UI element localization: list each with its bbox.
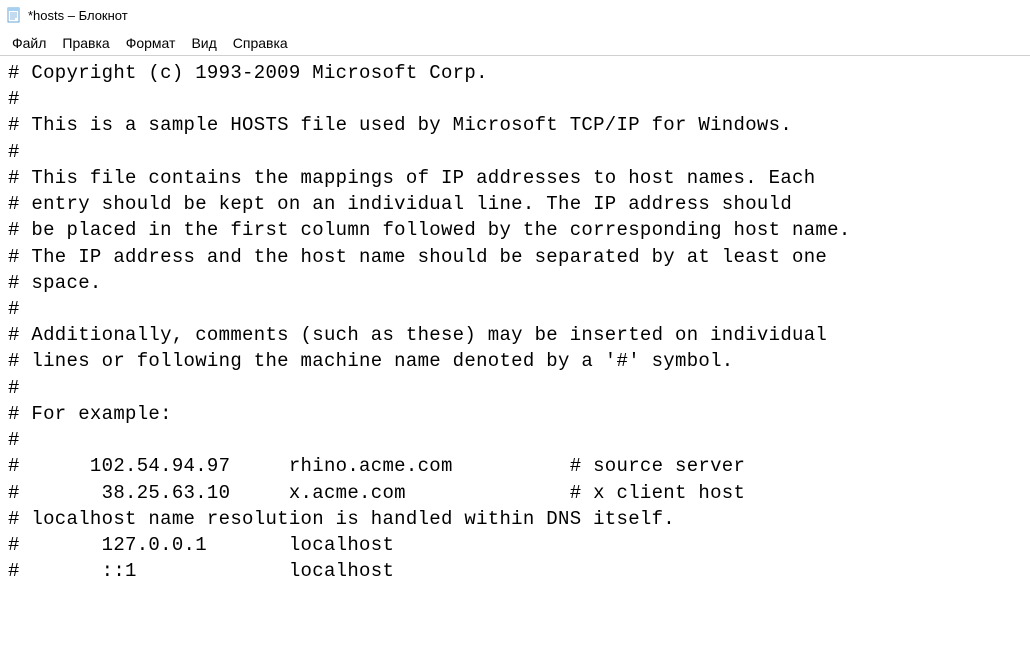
menu-format[interactable]: Формат <box>118 33 184 53</box>
text-editor[interactable]: # Copyright (c) 1993-2009 Microsoft Corp… <box>0 56 1030 588</box>
menu-file[interactable]: Файл <box>4 33 54 53</box>
menubar: Файл Правка Формат Вид Справка <box>0 30 1030 56</box>
menu-help[interactable]: Справка <box>225 33 296 53</box>
menu-edit[interactable]: Правка <box>54 33 117 53</box>
menu-view[interactable]: Вид <box>183 33 224 53</box>
window-title: *hosts – Блокнот <box>28 8 128 23</box>
titlebar: *hosts – Блокнот <box>0 0 1030 30</box>
notepad-icon <box>6 7 22 23</box>
